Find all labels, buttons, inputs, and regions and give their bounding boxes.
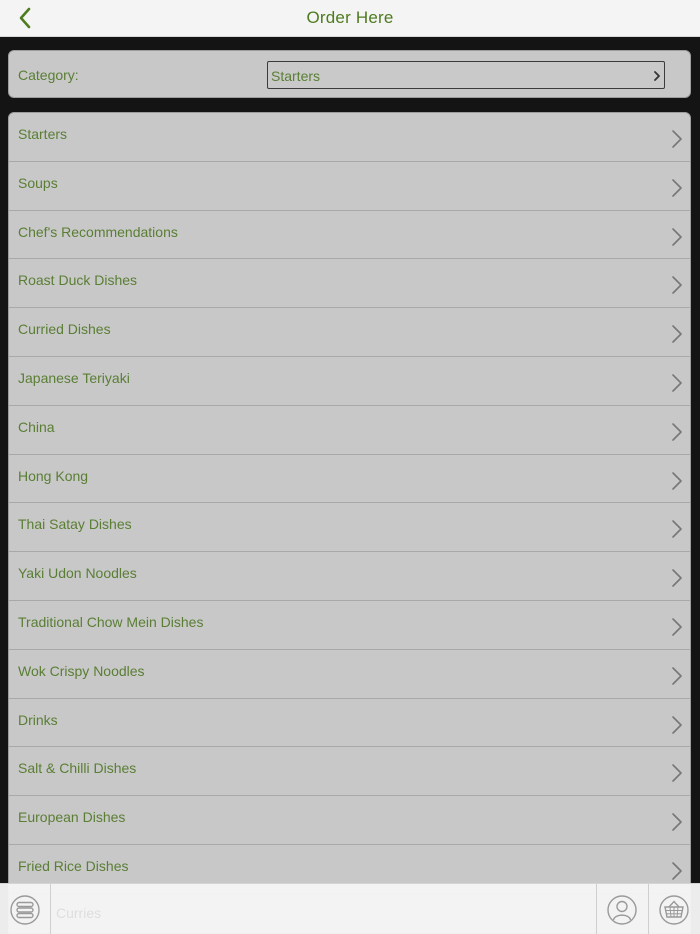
- menu-category-label: Curried Dishes: [18, 321, 111, 338]
- chevron-right-icon: [672, 569, 682, 587]
- basket-button[interactable]: [648, 884, 699, 934]
- menu-category-label: Starters: [18, 126, 68, 142]
- menu-category-item[interactable]: Thai Satay Dishes: [9, 503, 690, 553]
- chevron-right-icon: [672, 422, 682, 441]
- chevron-right-icon: [672, 130, 682, 148]
- chevron-right-icon: [672, 764, 682, 783]
- menu-category-item[interactable]: Hong Kong: [9, 455, 690, 504]
- category-label: Category:: [18, 67, 79, 83]
- account-icon: [607, 894, 637, 925]
- menu-category-label: Drinks: [18, 711, 58, 728]
- menu-category-item[interactable]: Salt & Chilli Dishes: [9, 747, 690, 797]
- menu-category-label: Thai Satay Dishes: [18, 516, 132, 533]
- menu-category-list: Starters Soups Chef's Recommendations Roast…: [8, 112, 691, 934]
- menu-category-item[interactable]: Traditional Chow Mein Dishes: [9, 601, 690, 650]
- bottom-toolbar: Curries: [0, 883, 700, 934]
- chevron-left-icon: [19, 7, 31, 29]
- menu-category-label: Traditional Chow Mein Dishes: [18, 613, 204, 630]
- account-button[interactable]: [596, 884, 647, 934]
- menu-category-label: Fried Rice Dishes: [18, 857, 129, 874]
- chevron-right-icon: [672, 374, 682, 392]
- menu-category-label: Chef's Recommendations: [18, 223, 178, 240]
- basket-icon: [659, 894, 689, 925]
- chevron-right-icon: [672, 471, 682, 490]
- chevron-right-icon: [672, 618, 682, 636]
- menu-category-item[interactable]: Roast Duck Dishes: [9, 259, 690, 309]
- menu-category-item[interactable]: Soups: [9, 162, 690, 211]
- chevron-right-icon: [672, 178, 682, 197]
- menu-category-label: Yaki Udon Noodles: [18, 565, 137, 582]
- menu-category-label: Salt & Chilli Dishes: [18, 760, 137, 777]
- menu-category-item[interactable]: Starters: [9, 113, 690, 162]
- header-bar: Order Here: [0, 0, 700, 37]
- menu-category-label: Roast Duck Dishes: [18, 272, 138, 289]
- chevron-right-icon: [672, 227, 682, 246]
- category-selected-value: Starters: [271, 68, 321, 84]
- menu-list-icon: [10, 894, 40, 925]
- menu-category-item[interactable]: Yaki Udon Noodles: [9, 552, 690, 601]
- menu-category-item[interactable]: Drinks: [9, 699, 690, 748]
- chevron-right-icon: [672, 813, 682, 831]
- category-select[interactable]: Starters: [267, 61, 665, 89]
- menu-category-item[interactable]: Japanese Teriyaki: [9, 357, 690, 406]
- menu-category-item[interactable]: Curried Dishes: [9, 308, 690, 357]
- back-button[interactable]: [10, 4, 40, 32]
- menu-category-label: China: [18, 418, 55, 435]
- page-title: Order Here: [306, 8, 394, 27]
- chevron-right-icon: [672, 520, 682, 539]
- chevron-right-icon: [672, 666, 682, 685]
- list-item-peek: Curries: [56, 905, 102, 921]
- chevron-right-icon: [672, 715, 682, 734]
- menu-button[interactable]: [0, 884, 51, 934]
- menu-category-item[interactable]: Chef's Recommendations: [9, 211, 690, 260]
- app: Order Here Category: Starters Starters So…: [0, 0, 700, 934]
- menu-category-item[interactable]: China: [9, 406, 690, 455]
- menu-category-label: Wok Crispy Noodles: [18, 662, 145, 679]
- menu-category-label: Hong Kong: [18, 467, 89, 484]
- category-bar: Category: Starters: [8, 50, 691, 98]
- menu-category-label: European Dishes: [18, 809, 126, 826]
- menu-category-label: Soups: [18, 174, 58, 191]
- chevron-right-icon: [654, 71, 660, 81]
- chevron-right-icon: [672, 862, 682, 880]
- menu-category-item[interactable]: Wok Crispy Noodles: [9, 650, 690, 699]
- menu-category-item[interactable]: European Dishes: [9, 796, 690, 845]
- menu-category-label: Japanese Teriyaki: [18, 369, 130, 386]
- chevron-right-icon: [672, 325, 682, 343]
- chevron-right-icon: [672, 276, 682, 295]
